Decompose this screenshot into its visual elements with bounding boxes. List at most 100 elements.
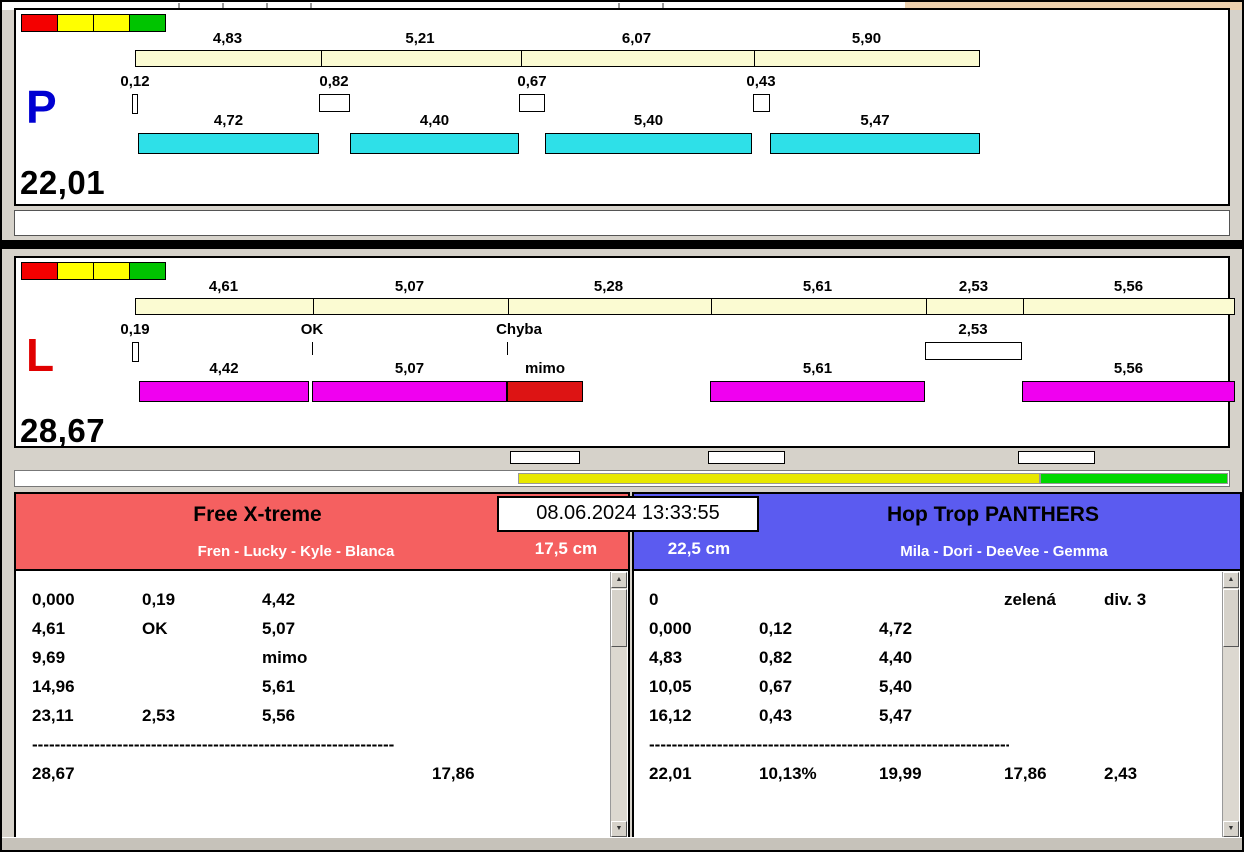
light-yellow-icon (57, 262, 94, 280)
run-bar (350, 133, 519, 154)
team-name: Free X-treme (193, 503, 322, 526)
cell-cumulative: 10,05 (649, 676, 692, 696)
vertical-scrollbar[interactable]: ▲ ▼ (1222, 572, 1239, 837)
run-time-label: 5,61 (802, 360, 833, 377)
split-bar (135, 298, 1235, 315)
exchange-box (319, 94, 350, 112)
cell-run: 5,47 (879, 705, 913, 725)
run-time-label: 4,42 (209, 360, 239, 377)
run-time-label: 5,47 (860, 112, 890, 129)
info-row: 0 zelená div. 3 (634, 585, 1240, 614)
run-bar (1022, 381, 1235, 402)
cell-cumulative: 0,000 (649, 618, 692, 638)
split-divider (711, 299, 712, 314)
exchange-time-label: 2,53 (958, 321, 988, 338)
exchange-tick (507, 342, 508, 355)
light-yellow-icon (57, 14, 94, 32)
split-time-label: 5,28 (593, 278, 624, 295)
summary-row: 28,67 17,86 (16, 759, 628, 788)
timing-app-window: P 22,01 4,83 5,21 6,07 5,90 0,12 0,82 0,… (0, 0, 1244, 852)
cell-run: 5,56 (262, 705, 296, 725)
light-green-icon (129, 262, 166, 280)
run-bar (710, 381, 925, 402)
cell-cumulative: 14,96 (32, 676, 75, 696)
run-time-label: 5,56 (1113, 360, 1144, 377)
exchange-box (132, 94, 138, 114)
team-left-panel: Free X-treme Fren - Lucky - Kyle - Blanc… (14, 492, 630, 840)
scroll-down-button[interactable]: ▼ (1223, 821, 1239, 837)
run-fault-bar (507, 381, 583, 402)
cell-exchange: 0,19 (142, 589, 176, 609)
lane-p-panel: P 22,01 4,83 5,21 6,07 5,90 0,12 0,82 0,… (14, 8, 1230, 206)
result-row: 10,05 0,67 5,40 (634, 672, 1240, 701)
run-time-label: 5,40 (633, 112, 664, 129)
split-time-label: 5,07 (394, 278, 425, 295)
exchange-time-label: 0,43 (746, 73, 776, 90)
scrollbar-thumb[interactable] (611, 589, 627, 647)
progress-bar-yellow (518, 473, 1040, 484)
scrollbar-thumb[interactable] (1223, 589, 1239, 647)
team-left-results: 0,000 0,19 4,42 4,61 OK 5,07 9,69 mimo 1… (16, 569, 628, 838)
split-divider (508, 299, 509, 314)
exchange-status-label: Chyba (496, 321, 542, 338)
cell-run: 4,42 (262, 589, 296, 609)
lane-l-panel: L 28,67 4,61 5,07 5,28 5,61 2,53 5,56 0,… (14, 256, 1235, 449)
lane-letter: P (26, 81, 57, 133)
cell-flag: 0 (649, 589, 659, 609)
split-time-label: 5,61 (802, 278, 833, 295)
cell-cumulative: 4,61 (32, 618, 66, 638)
result-row: 16,12 0,43 5,47 (634, 701, 1240, 730)
exchange-box (753, 94, 770, 112)
split-divider (521, 51, 522, 66)
cell-color: zelená (1004, 589, 1056, 609)
cell-run: mimo (262, 647, 308, 667)
exchange-tick (312, 342, 313, 355)
jump-height: 17,5 cm (534, 539, 598, 558)
cell-exchange: OK (142, 618, 168, 638)
exchange-status-label: OK (300, 321, 324, 338)
rerun-marker-box (1018, 451, 1095, 464)
lane-p-footer-strip (14, 210, 1230, 236)
cell-exchange: 0,12 (759, 618, 793, 638)
cell-exchange: 0,82 (759, 647, 793, 667)
cell-run: 5,61 (262, 676, 296, 696)
rerun-marker-box (708, 451, 785, 464)
exchange-box (925, 342, 1022, 360)
run-time-label: 4,72 (213, 112, 244, 129)
cell-total: 22,01 (649, 763, 692, 783)
team-members: Mila - Dori - DeeVee - Gemma (900, 543, 1108, 560)
team-members: Fren - Lucky - Kyle - Blanca (197, 543, 395, 560)
result-row: 14,96 5,61 (16, 672, 628, 701)
light-red-icon (21, 262, 58, 280)
result-row: 4,83 0,82 4,40 (634, 643, 1240, 672)
scroll-down-button[interactable]: ▼ (611, 821, 627, 837)
cell-run: 5,40 (879, 676, 913, 696)
cell-exchange: 0,43 (759, 705, 793, 725)
cell-best: 17,86 (432, 763, 475, 783)
cell-cumulative: 4,83 (649, 647, 683, 667)
split-divider (754, 51, 755, 66)
light-green-icon (129, 14, 166, 32)
run-time-label: 5,07 (394, 360, 425, 377)
exchange-time-label: 0,12 (120, 73, 150, 90)
result-row: 0,000 0,12 4,72 (634, 614, 1240, 643)
exchange-box (132, 342, 139, 362)
team-name: Hop Trop PANTHERS (887, 503, 1099, 526)
run-bar (770, 133, 980, 154)
split-time-label: 5,21 (405, 30, 435, 47)
run-fault-label: mimo (524, 360, 565, 377)
scroll-up-button[interactable]: ▲ (1223, 572, 1239, 588)
results-divider: ----------------------------------------… (649, 735, 1009, 754)
cell-percentage: 10,13% (759, 763, 817, 783)
run-bar (138, 133, 319, 154)
vertical-scrollbar[interactable]: ▲ ▼ (610, 572, 627, 837)
result-row: 23,11 2,53 5,56 (16, 701, 628, 730)
scroll-up-button[interactable]: ▲ (611, 572, 627, 588)
cell-cumulative: 0,000 (32, 589, 75, 609)
split-divider (313, 299, 314, 314)
cell-cumulative: 23,11 (32, 705, 74, 725)
split-time-label: 6,07 (621, 30, 652, 47)
light-yellow-icon (93, 262, 130, 280)
cell-run: 4,40 (879, 647, 913, 667)
cell-margin: 2,43 (1104, 763, 1138, 783)
